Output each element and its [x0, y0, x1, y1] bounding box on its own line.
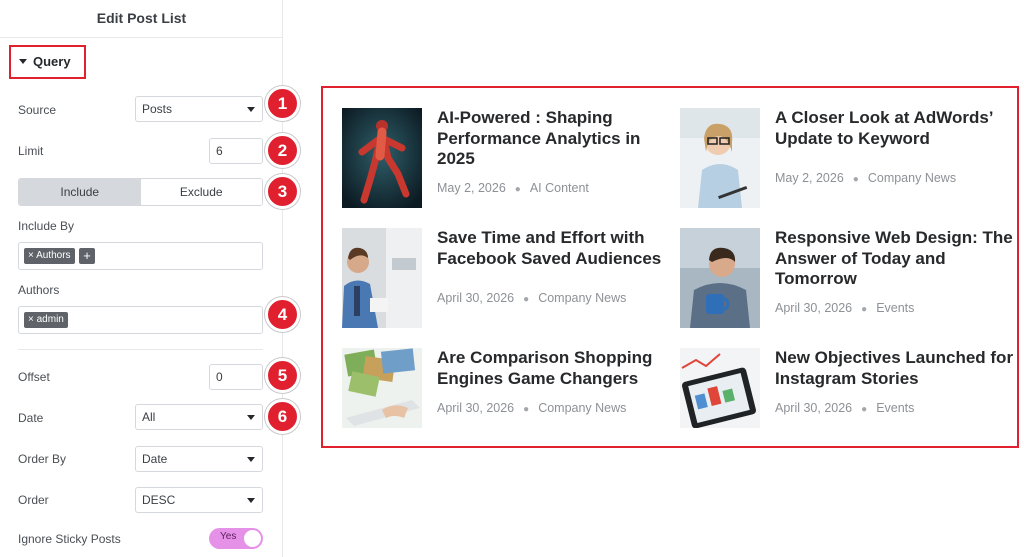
post-title[interactable]: Save Time and Effort with Facebook Saved… [437, 228, 677, 269]
step-badge-5: 5 [265, 358, 300, 393]
post-date: April 30, 2026 [437, 401, 515, 415]
sticky-toggle-value: Yes [220, 531, 237, 542]
post-meta: April 30, 2026 ● Events [775, 301, 914, 315]
order-label: Order [18, 493, 49, 507]
order-by-select-value: Date [142, 452, 168, 466]
admin-chip[interactable]: × admin [24, 312, 68, 328]
query-section-label: Query [33, 54, 71, 69]
divider [18, 349, 263, 350]
step-badge-3: 3 [265, 174, 300, 209]
order-select-value: DESC [142, 493, 176, 507]
editor-panel: Edit Post List Query Source Posts Limit … [0, 0, 283, 557]
order-select[interactable]: DESC [135, 487, 263, 513]
caret-down-icon [19, 59, 27, 64]
dot-separator: ● [861, 304, 868, 315]
include-by-field[interactable]: × Authors + [18, 242, 263, 270]
chevron-down-icon [247, 457, 255, 462]
authors-chip[interactable]: × Authors [24, 248, 75, 264]
post-date: April 30, 2026 [775, 401, 853, 415]
chevron-down-icon [247, 107, 255, 112]
post-meta: April 30, 2026 ● Company News [437, 291, 626, 305]
order-by-select[interactable]: Date [135, 446, 263, 472]
source-label: Source [18, 103, 57, 117]
dot-separator: ● [852, 174, 859, 185]
sticky-label: Ignore Sticky Posts [18, 532, 121, 546]
post-category[interactable]: Company News [538, 401, 626, 415]
post-meta: May 2, 2026 ● AI Content [437, 181, 589, 195]
date-select[interactable]: All [135, 404, 263, 430]
sticky-toggle[interactable]: Yes [209, 528, 263, 549]
post-title[interactable]: AI-Powered : Shaping Performance Analyti… [437, 108, 677, 170]
include-by-label: Include By [18, 219, 75, 233]
woman-with-glasses-image[interactable] [680, 108, 760, 208]
authors-label: Authors [18, 283, 60, 297]
post-date: April 30, 2026 [775, 301, 853, 315]
post-category[interactable]: Events [876, 301, 914, 315]
dot-separator: ● [861, 404, 868, 415]
post-category[interactable]: Company News [538, 291, 626, 305]
order-by-label: Order By [18, 452, 67, 466]
step-badge-6: 6 [265, 399, 300, 434]
offset-label: Offset [18, 370, 50, 384]
include-exclude-tabs: Include Exclude [18, 178, 263, 206]
toggle-knob [244, 530, 261, 547]
post-category[interactable]: Company News [868, 171, 956, 185]
source-select[interactable]: Posts [135, 96, 263, 122]
offset-input[interactable]: 0 [209, 364, 263, 390]
tablet-charts-image[interactable] [680, 348, 760, 448]
query-section-toggle[interactable]: Query [19, 54, 71, 69]
laptop-photos-image[interactable] [342, 348, 422, 448]
post-meta: April 30, 2026 ● Events [775, 401, 914, 415]
dot-separator: ● [523, 294, 530, 305]
post-meta: May 2, 2026 ● Company News [775, 171, 956, 185]
post-category[interactable]: Events [876, 401, 914, 415]
post-meta: April 30, 2026 ● Company News [437, 401, 626, 415]
post-title[interactable]: Responsive Web Design: The Answer of Tod… [775, 228, 1015, 290]
source-select-value: Posts [142, 102, 173, 116]
chevron-down-icon [247, 498, 255, 503]
add-icon[interactable]: + [79, 248, 95, 264]
post-date: May 2, 2026 [775, 171, 844, 185]
limit-label: Limit [18, 144, 44, 158]
date-select-value: All [142, 410, 156, 424]
office-man-image[interactable] [342, 228, 422, 328]
chevron-down-icon [247, 415, 255, 420]
authors-field[interactable]: × admin [18, 306, 263, 334]
post-title[interactable]: Are Comparison Shopping Engines Game Cha… [437, 348, 677, 389]
tab-exclude[interactable]: Exclude [140, 179, 262, 205]
post-title[interactable]: New Objectives Launched for Instagram St… [775, 348, 1015, 389]
post-date: April 30, 2026 [437, 291, 515, 305]
step-badge-1: 1 [265, 86, 300, 121]
man-with-mug-image[interactable] [680, 228, 760, 328]
post-date: May 2, 2026 [437, 181, 506, 195]
tab-include[interactable]: Include [19, 179, 141, 205]
date-label: Date [18, 411, 44, 425]
limit-input[interactable]: 6 [209, 138, 263, 164]
anatomy-runner-image[interactable] [342, 108, 422, 208]
post-list-preview: AI-Powered : Shaping Performance Analyti… [321, 86, 1019, 448]
post-category[interactable]: AI Content [530, 181, 589, 195]
step-badge-4: 4 [265, 297, 300, 332]
dot-separator: ● [523, 404, 530, 415]
panel-title: Edit Post List [0, 0, 283, 38]
step-badge-2: 2 [265, 133, 300, 168]
post-title[interactable]: A Closer Look at AdWords’ Update to Keyw… [775, 108, 1015, 149]
dot-separator: ● [514, 184, 521, 195]
